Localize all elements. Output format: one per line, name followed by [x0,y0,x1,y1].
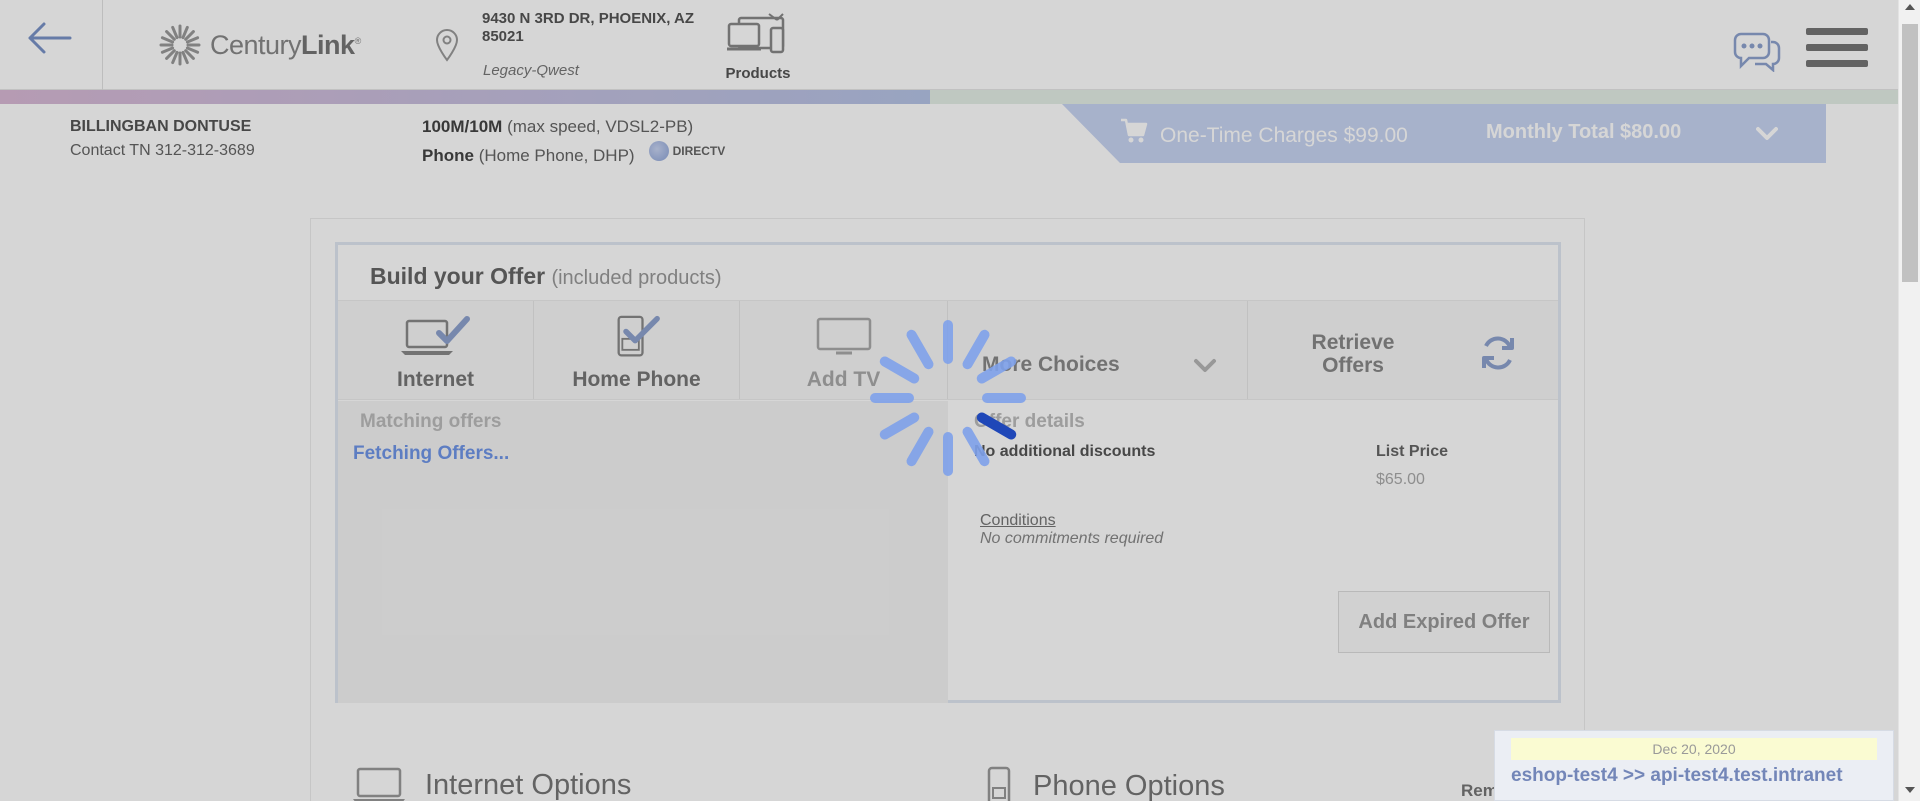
loading-spinner-icon [870,320,1026,476]
spinner-segment [960,424,992,469]
scroll-down-arrow-icon[interactable] [1905,787,1915,793]
spinner-segment [904,327,936,372]
spinner-segment [974,354,1019,386]
spinner-segment [877,410,922,442]
spinner-segment [943,432,953,476]
spinner-segment [943,320,953,364]
vertical-scrollbar[interactable] [1898,0,1920,801]
build-date: Dec 20, 2020 [1511,738,1877,760]
spinner-segment [870,393,914,403]
spinner-segment [960,327,992,372]
spinner-segment [877,354,922,386]
spinner-segment [974,410,1019,442]
spinner-segment [904,424,936,469]
environment-server: eshop-test4 >> api-test4.test.intranet [1511,765,1843,786]
scrollbar-thumb[interactable] [1902,24,1918,282]
environment-badge: Dec 20, 2020 eshop-test4 >> api-test4.te… [1494,730,1894,801]
spinner-segment [982,393,1026,403]
scroll-up-arrow-icon[interactable] [1905,4,1915,10]
